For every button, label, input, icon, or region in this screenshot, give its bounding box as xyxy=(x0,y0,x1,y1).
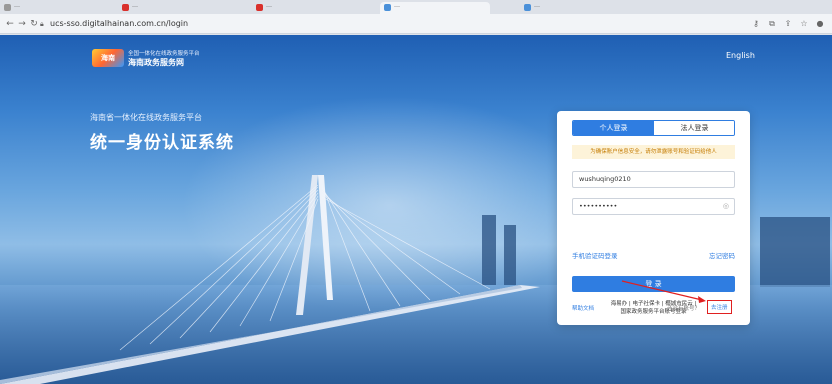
tab-favicon-icon xyxy=(256,4,263,11)
arrow-right-icon: → xyxy=(18,19,26,29)
brand-tagline: 全国一体化在线政务服务平台 xyxy=(128,51,200,57)
sms-login-link[interactable]: 手机验证码登录 xyxy=(572,252,618,260)
security-notice: 为确保账户信息安全，请勿泄露账号和验证码给他人 xyxy=(572,145,735,159)
login-button[interactable]: 登 录 xyxy=(572,276,735,292)
profile-icon: ● xyxy=(816,19,824,28)
address-bar: ← → ↻ 🔒︎ ucs-sso.digitalhainan.com.cn/lo… xyxy=(0,14,832,34)
tab-favicon-icon xyxy=(384,4,391,11)
forgot-password-link[interactable]: 忘记密码 xyxy=(709,250,735,260)
language-switch-link[interactable]: English xyxy=(726,51,755,60)
browser-tab-label: … xyxy=(14,2,20,9)
browser-tab-strip: … … … … … xyxy=(0,0,832,14)
browser-tab-0[interactable]: … xyxy=(0,2,72,14)
browser-tab-4[interactable]: … xyxy=(520,2,670,14)
url-field[interactable]: 🔒︎ ucs-sso.digitalhainan.com.cn/login xyxy=(40,17,680,31)
login-links-row: 手机验证码登录 忘记密码 xyxy=(572,250,735,260)
password-value: •••••••••• xyxy=(579,202,618,210)
username-value: wushuqing0210 xyxy=(579,175,631,183)
browser-tab-3[interactable]: … xyxy=(380,2,490,14)
key-icon: ⚷ xyxy=(753,19,759,28)
password-input[interactable]: •••••••••• ◎ xyxy=(572,198,735,215)
reload-button[interactable]: ↻ xyxy=(28,17,40,31)
translate-button[interactable]: ⧉ xyxy=(766,17,778,31)
back-button[interactable]: ← xyxy=(4,17,16,31)
username-input[interactable]: wushuqing0210 xyxy=(572,171,735,188)
no-account-text: 还没有账号？ xyxy=(667,306,701,312)
tab-favicon-icon xyxy=(122,4,129,11)
card-footer: 帮助文档 还没有账号？ 去注册 xyxy=(557,295,750,325)
forward-button[interactable]: → xyxy=(16,17,28,31)
share-button[interactable]: ⇪ xyxy=(782,17,794,31)
browser-tab-label: … xyxy=(132,2,138,9)
login-card: 个人登录 法人登录 为确保账户信息安全，请勿泄露账号和验证码给他人 wushuq… xyxy=(557,111,750,325)
login-page: 海南 全国一体化在线政务服务平台 海南政务服务网 English 海南省一体化在… xyxy=(0,35,832,384)
profile-button[interactable]: ● xyxy=(814,17,826,31)
help-doc-link[interactable]: 帮助文档 xyxy=(572,304,594,312)
reload-icon: ↻ xyxy=(30,19,38,29)
star-icon: ☆ xyxy=(800,19,808,28)
browser-tab-label: … xyxy=(394,2,400,9)
bookmark-button[interactable]: ☆ xyxy=(798,17,810,31)
browser-tab-1[interactable]: … xyxy=(118,2,248,14)
tab-favicon-icon xyxy=(4,4,11,11)
tab-favicon-icon xyxy=(524,4,531,11)
lock-icon: 🔒︎ xyxy=(40,20,44,28)
arrow-left-icon: ← xyxy=(6,19,14,29)
browser-tab-label: … xyxy=(534,2,540,9)
hero-title: 统一身份认证系统 xyxy=(90,133,234,153)
brand-name: 海南政务服务网 xyxy=(128,58,184,67)
browser-tab-label: … xyxy=(266,2,272,9)
tab-personal-login[interactable]: 个人登录 xyxy=(573,121,654,135)
key-button[interactable]: ⚷ xyxy=(750,17,762,31)
logo-badge: 海南 xyxy=(92,49,124,67)
url-text: ucs-sso.digitalhainan.com.cn/login xyxy=(50,19,189,28)
share-icon: ⇪ xyxy=(784,19,792,28)
translate-icon: ⧉ xyxy=(769,19,775,28)
hero-subtitle: 海南省一体化在线政务服务平台 xyxy=(90,113,202,122)
tab-corporate-login[interactable]: 法人登录 xyxy=(654,121,734,135)
eye-icon[interactable]: ◎ xyxy=(723,199,729,214)
browser-tab-2[interactable]: … xyxy=(252,2,372,14)
login-type-tabs: 个人登录 法人登录 xyxy=(572,120,735,136)
register-link[interactable]: 去注册 xyxy=(707,300,732,314)
